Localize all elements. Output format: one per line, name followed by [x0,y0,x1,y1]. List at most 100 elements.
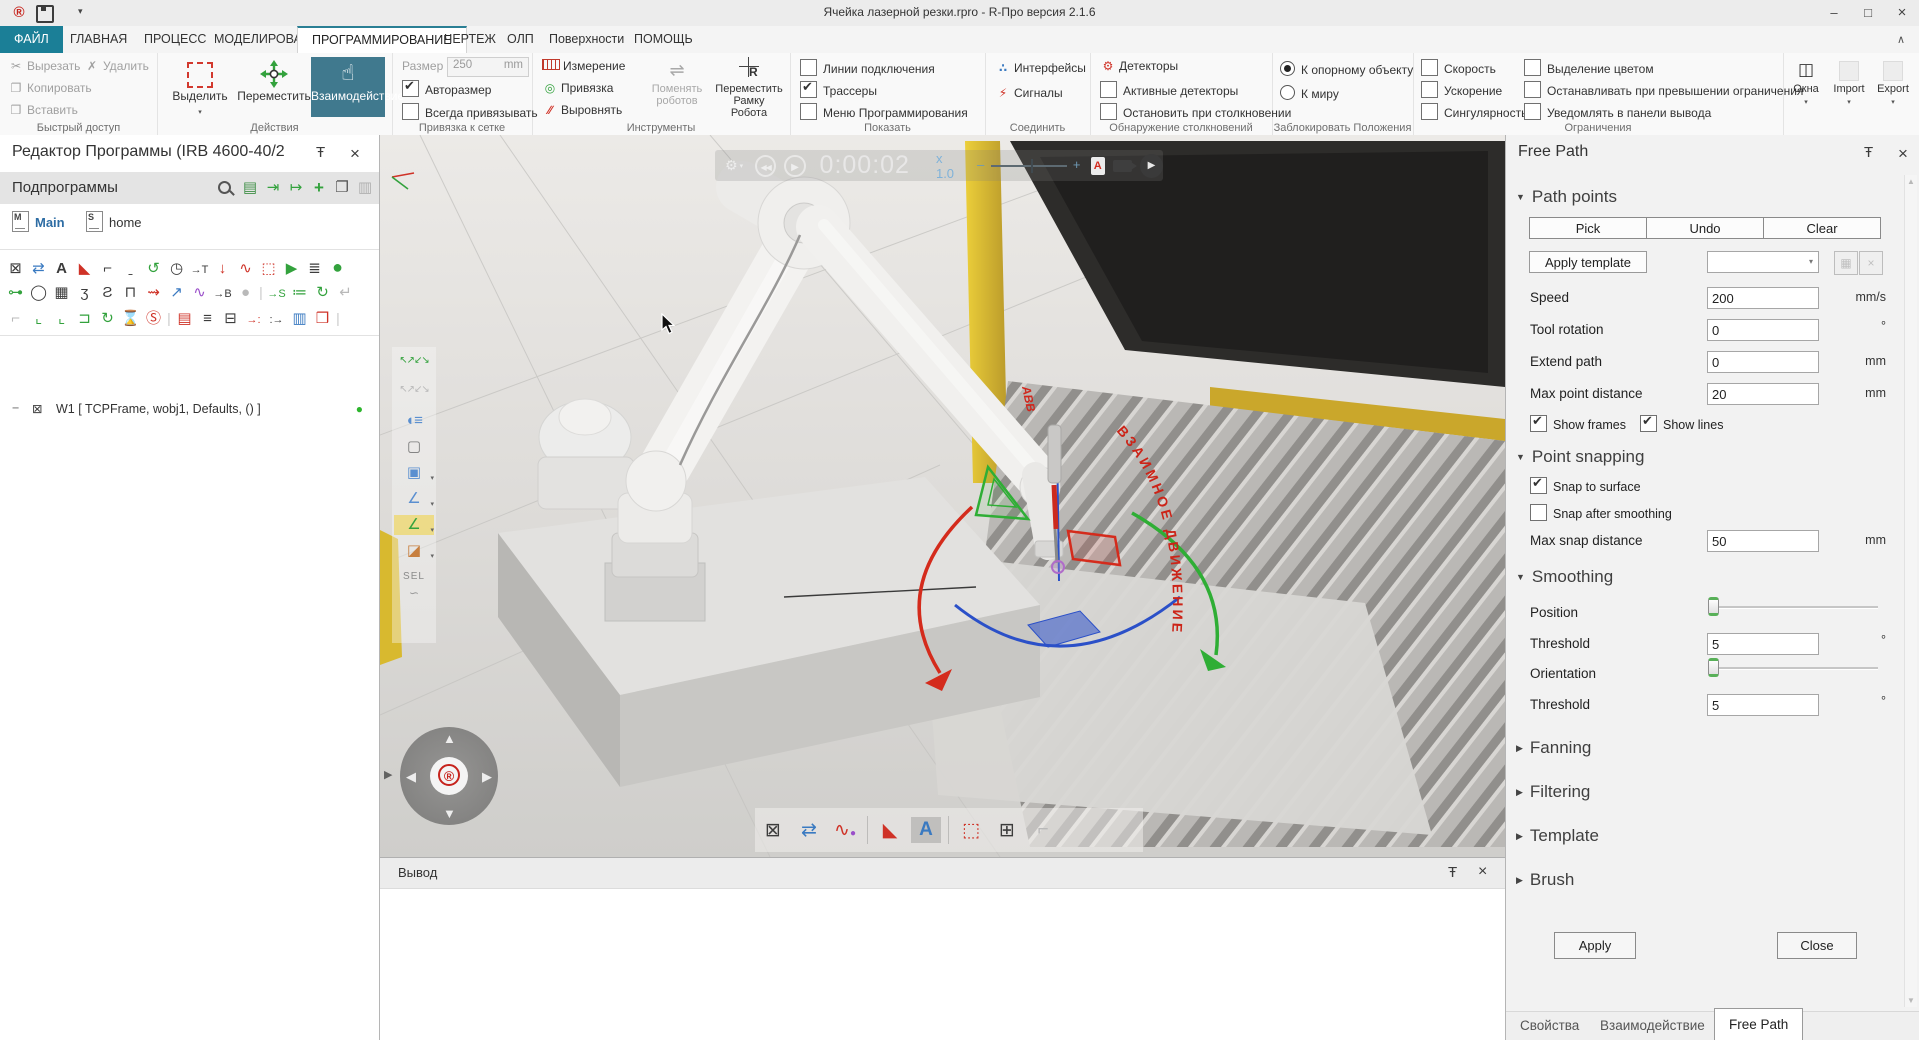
tab-properties[interactable]: Свойства [1514,1012,1585,1040]
tool-icon[interactable]: ⇄ [27,257,50,281]
section-fanning[interactable]: ▶Fanning [1516,738,1591,758]
tab-help[interactable]: ПОМОЩЬ [620,26,707,53]
section-point-snapping[interactable]: ▼Point snapping [1516,447,1644,467]
frame-mode-icon[interactable]: ∠▾ [394,489,434,509]
projection-icon[interactable]: ◖≡ [394,411,434,431]
tree-collapse-icon[interactable]: − [12,401,19,415]
jog-tool-icon[interactable]: ⊠ [755,819,791,842]
navigation-wheel[interactable]: ▲ ▼ ◀ ▶ ® [400,727,498,825]
always-snap-checkbox[interactable]: Всегда привязывать [402,103,538,120]
highlight-checkbox[interactable]: Выделение цветом [1524,59,1654,76]
tool-icon[interactable]: ▦ [50,281,73,305]
max-point-distance-input[interactable] [1707,383,1819,405]
select-button[interactable]: Выделить ▾ [163,57,237,117]
delete-template-button[interactable]: × [1859,251,1883,275]
tool-icon[interactable]: ⌐ [96,257,119,281]
swap-tool-icon[interactable]: ⇄ [791,819,827,842]
tool-icon[interactable]: ⊓ [119,281,142,305]
view-cube-icon[interactable]: ◪▾ [394,541,434,561]
duplicate-program-icon[interactable]: ❐ [332,178,352,196]
program-item-home[interactable]: Shome [86,211,142,232]
interact-button[interactable]: ☝ Взаимодействие [311,57,385,117]
close-button[interactable]: Close [1777,932,1857,959]
pin-icon[interactable]: Ŧ [316,144,325,161]
tool-icon[interactable]: ↺ [142,257,165,281]
detectors-button[interactable]: ⚙Детекторы [1100,59,1178,73]
size-input[interactable]: 250mm [447,57,529,77]
tool-icon[interactable]: ⌐ [4,307,27,331]
windows-button[interactable]: ◫ Окна▾ [1786,57,1826,119]
tool-icon[interactable]: ↻ [311,281,334,305]
pick-button[interactable]: Pick [1529,217,1647,239]
tool-icon[interactable]: ≡ [196,307,219,331]
tool-icon[interactable]: ∿ [188,281,211,305]
active-detectors-checkbox[interactable]: Активные детекторы [1100,81,1238,98]
tool-icon[interactable]: ⌛ [119,307,142,331]
pdf-export-icon[interactable]: A [1091,157,1105,175]
stop-on-collision-checkbox[interactable]: Остановить при столкновении [1100,103,1291,120]
pin-icon[interactable]: Ŧ [1448,864,1457,881]
tool-icon[interactable]: ▤ [173,307,196,331]
tool-rotation-input[interactable] [1707,319,1819,341]
tool-icon[interactable]: ▥ [288,307,311,331]
template-combobox[interactable]: ▾ [1707,251,1819,273]
maximize-button[interactable]: □ [1851,0,1885,26]
search-icon[interactable] [218,181,231,194]
apply-button[interactable]: Apply [1554,932,1636,959]
section-path-points[interactable]: ▼Path points [1516,187,1617,207]
program-item-main[interactable]: MMain [12,211,65,232]
slider-handle[interactable] [1708,658,1719,677]
snap-after-smoothing-checkbox[interactable]: Snap after smoothing [1530,504,1672,521]
extend-path-input[interactable] [1707,351,1819,373]
tool-icon[interactable]: ⌞ [50,307,73,331]
tool-icon[interactable]: Ⓢ [142,307,165,331]
tool-icon[interactable]: ⌞ [27,307,50,331]
tab-main[interactable]: ГЛАВНАЯ [56,26,141,53]
export-program-icon[interactable]: ↦ [286,178,306,196]
tool-icon[interactable]: ↻ [96,307,119,331]
autosize-checkbox[interactable]: ✔Авторазмер [402,80,491,97]
tool-icon[interactable]: ❒ [311,307,334,331]
measure-button[interactable]: Измерение [542,59,625,73]
tool-icon[interactable]: →: [242,308,265,332]
tool-icon[interactable]: ◷ [165,257,188,281]
close-panel-icon[interactable]: × [1898,144,1908,164]
tool-icon[interactable]: ≣ [303,257,326,281]
tool-icon[interactable]: ● [326,255,349,279]
tool-icon[interactable]: ⊠ [4,257,27,281]
tool-icon[interactable]: Ƨ [96,281,119,305]
nav-left-icon[interactable]: ◀ [406,769,416,785]
export-button[interactable]: Export▾ [1873,57,1913,119]
rewind-button[interactable]: ◀◀ [755,155,776,177]
slider-plus-icon[interactable]: + [1073,157,1081,172]
max-snap-distance-input[interactable] [1707,530,1819,552]
tool-icon[interactable]: A [50,257,73,281]
show-lines-checkbox[interactable]: ✔Show lines [1640,415,1723,432]
tool-icon[interactable]: ⇝ [142,281,165,305]
stop-on-limit-checkbox[interactable]: Останавливать при превышении ограничения [1524,81,1803,98]
render-mode-icon[interactable]: ▢ [394,437,434,457]
paste-button[interactable]: ❒Вставить [8,103,78,117]
nav-down-icon[interactable]: ▼ [443,806,456,821]
tool-icon[interactable]: ∿ [234,257,257,281]
clear-button[interactable]: Clear [1763,217,1881,239]
position-slider[interactable] [1708,597,1878,617]
threshold-orientation-input[interactable] [1707,694,1819,716]
snap-to-surface-checkbox[interactable]: ✔Snap to surface [1530,477,1641,494]
undo-button[interactable]: Undo [1646,217,1764,239]
active-frame-icon[interactable]: ∠▾ [394,515,434,535]
align-button[interactable]: ∕∕Выровнять [542,103,622,117]
to-world-radio[interactable]: К миру [1280,85,1339,101]
tracers-checkbox[interactable]: ✔Трассеры [800,81,877,98]
move-button[interactable]: Переместить [237,57,311,117]
tool-icon[interactable]: ▶ [280,257,303,281]
tool-icon[interactable]: ⊶ [4,281,27,305]
speed-slider[interactable]: – + [979,159,1079,173]
tool-icon[interactable]: ⬚ [257,257,280,281]
section-filtering[interactable]: ▶Filtering [1516,782,1590,802]
play-button[interactable]: ▶ [784,155,805,177]
tool-icon[interactable]: ◯ [27,281,50,305]
signals-button[interactable]: ⚡Сигналы [995,86,1063,100]
tool-icon[interactable]: ʒ [73,281,96,305]
swap-robots-button[interactable]: ⇌ Поменятьроботов [644,57,710,117]
